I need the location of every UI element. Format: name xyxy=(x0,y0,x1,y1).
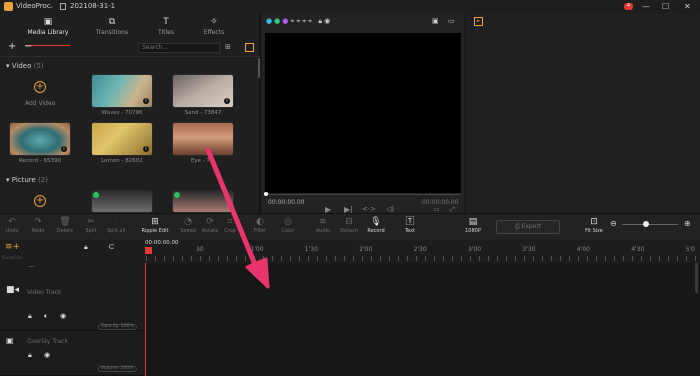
app-window: VideoProc ⌄ 202108-31-1 4 — ☐ ✕ ▣ Media L… xyxy=(0,0,700,376)
annotation-arrow xyxy=(205,147,270,289)
